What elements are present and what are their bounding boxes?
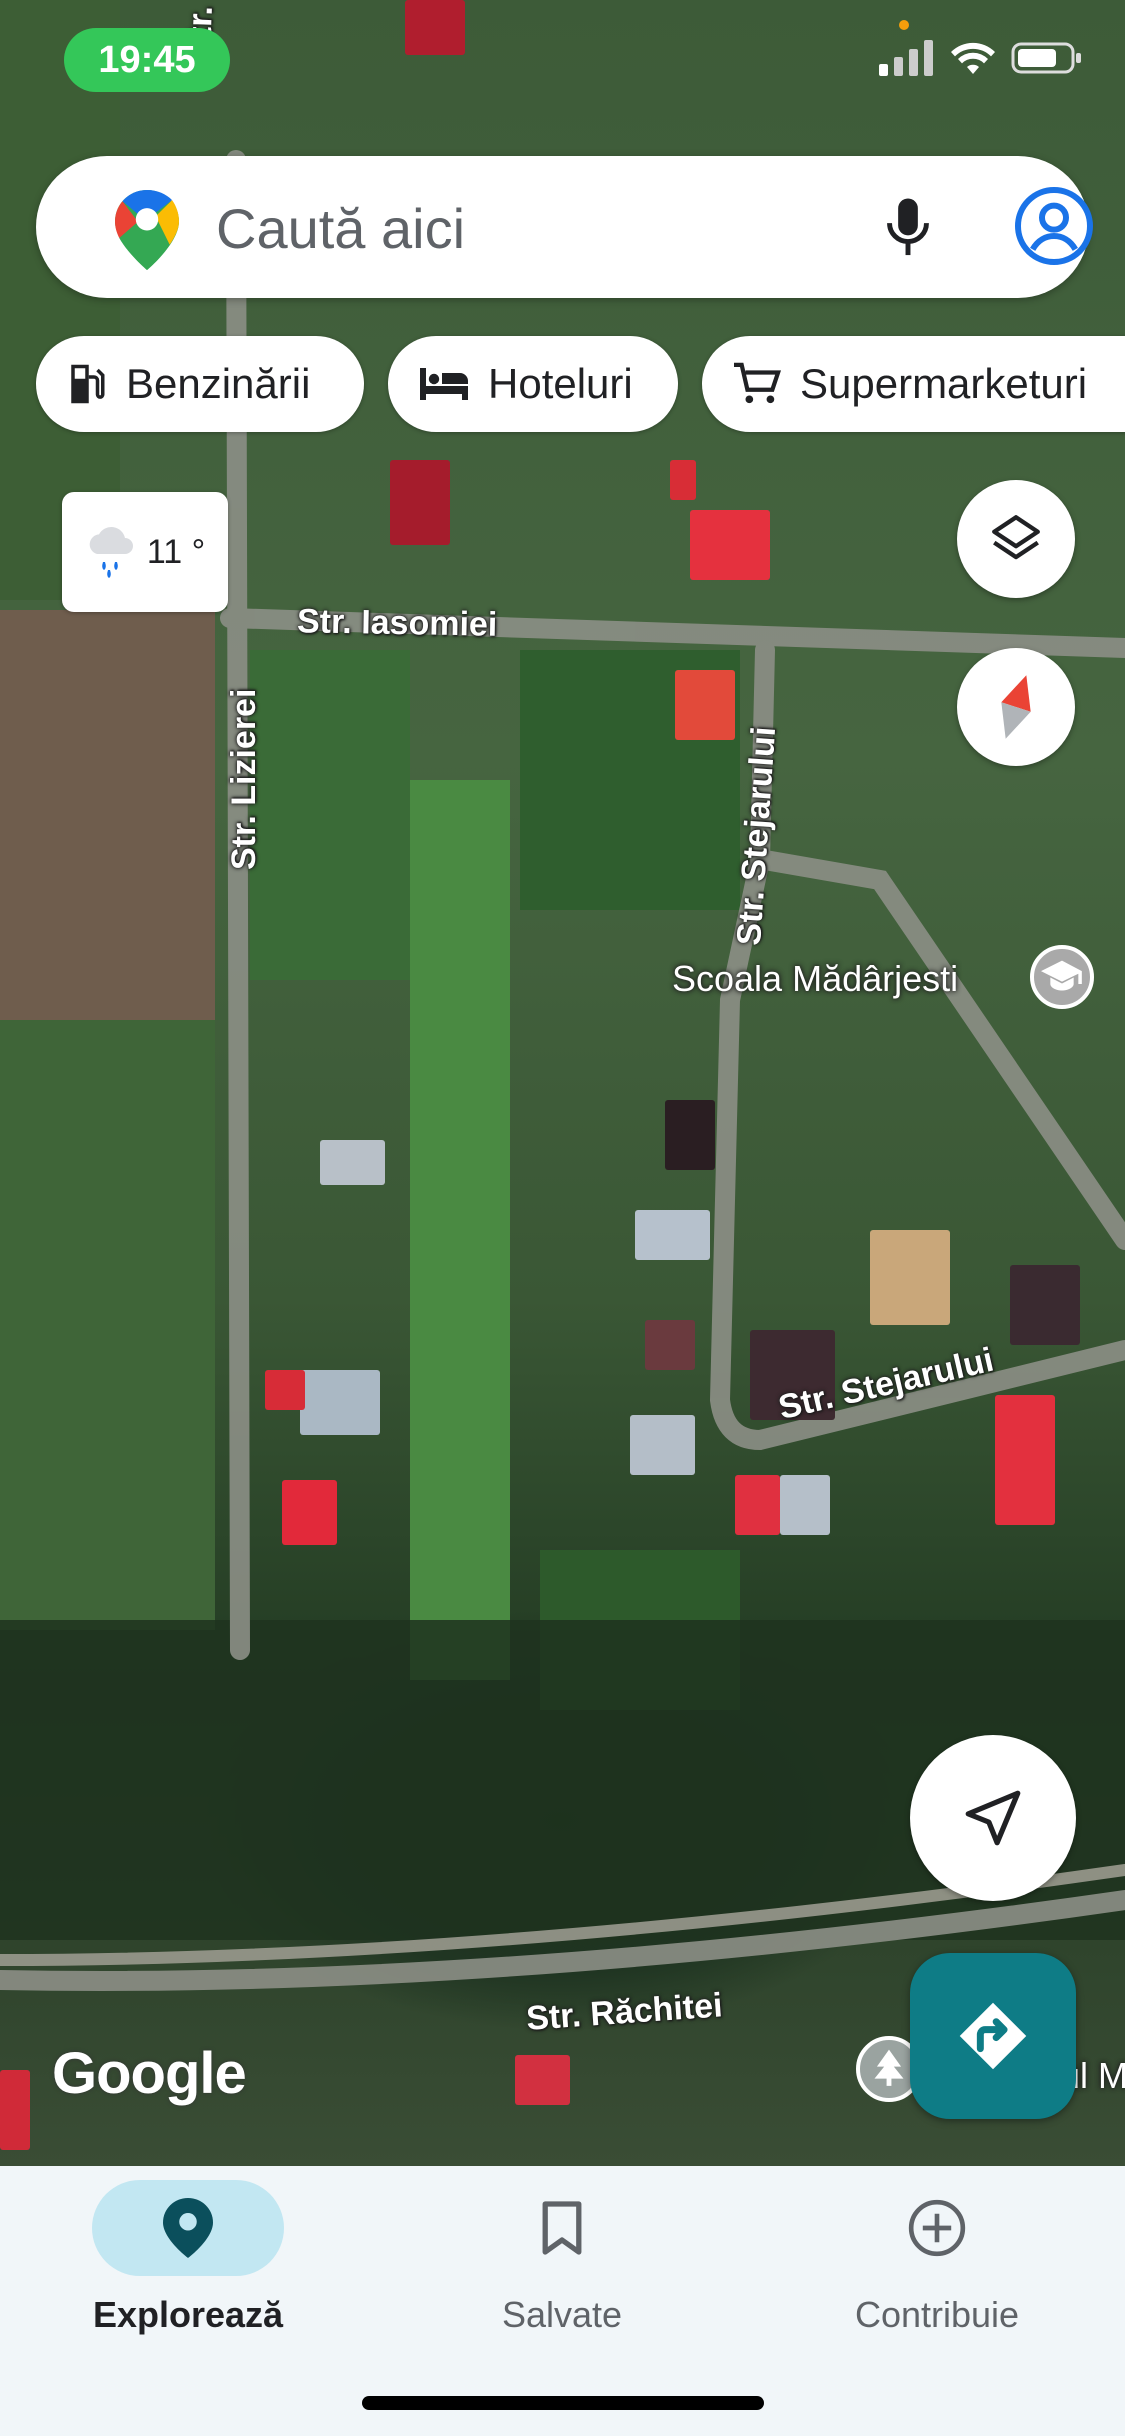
add-circle-icon — [908, 2199, 966, 2257]
battery-icon — [1011, 42, 1081, 74]
nav-label: Salvate — [501, 2294, 623, 2335]
road-label-iasomiei: Str. Iasomiei — [296, 602, 498, 644]
house-marker — [320, 1140, 385, 1185]
gas-station-icon — [71, 364, 105, 404]
search-input[interactable]: Caută aici — [216, 196, 465, 261]
compass-icon — [1001, 675, 1031, 739]
nav-explore[interactable]: Explorează — [38, 2180, 338, 2380]
road-label-lizierei: Str. Lizierei — [225, 688, 263, 870]
search-bar[interactable]: Caută aici — [36, 156, 1094, 298]
school-icon[interactable] — [1030, 945, 1094, 1009]
chip-hotels[interactable]: Hoteluri — [388, 336, 678, 432]
google-maps-logo-icon — [115, 190, 179, 270]
house-marker — [870, 1230, 950, 1325]
house-marker — [390, 460, 450, 545]
house-marker — [670, 460, 696, 500]
home-indicator[interactable] — [362, 2396, 764, 2410]
house-marker — [405, 0, 465, 55]
house-marker — [282, 1480, 337, 1545]
nav-label: Explorează — [92, 2294, 284, 2335]
rain-cloud-icon — [89, 527, 133, 578]
house-marker — [515, 2055, 570, 2105]
compass-button[interactable] — [957, 648, 1075, 766]
house-marker — [1010, 1265, 1080, 1345]
nav-indicator — [466, 2180, 658, 2276]
weather-temp: 11 ° — [146, 532, 206, 571]
house-marker — [630, 1415, 695, 1475]
chip-label: Benzinării — [126, 360, 311, 407]
mic-icon[interactable] — [878, 196, 938, 260]
my-location-button[interactable] — [910, 1735, 1076, 1901]
directions-icon — [959, 2002, 1027, 2070]
location-pin-icon — [163, 2198, 213, 2258]
house-marker — [635, 1210, 710, 1260]
poi-label-school[interactable]: Scoala Mădârjesti — [672, 958, 958, 1000]
house-marker — [0, 2070, 30, 2150]
nav-active-indicator — [92, 2180, 284, 2276]
layers-button[interactable] — [957, 480, 1075, 598]
chip-gas-stations[interactable]: Benzinării — [36, 336, 364, 432]
navigation-arrow-icon — [965, 1790, 1021, 1846]
chip-supermarkets[interactable]: Supermarketuri — [702, 336, 1125, 432]
house-marker — [645, 1320, 695, 1370]
nav-saved[interactable]: Salvate — [412, 2180, 712, 2380]
house-marker — [995, 1395, 1055, 1525]
house-marker — [690, 510, 770, 580]
nav-contribute[interactable]: Contribuie — [787, 2180, 1087, 2380]
shopping-cart-icon — [734, 362, 782, 404]
signal-icon — [879, 40, 933, 76]
chip-label: Supermarketuri — [800, 360, 1088, 407]
house-marker — [665, 1100, 715, 1170]
weather-widget[interactable]: 11 ° — [62, 492, 228, 612]
status-icons — [879, 40, 1083, 76]
house-marker — [265, 1370, 305, 1410]
house-marker — [675, 670, 735, 740]
layers-icon — [992, 515, 1040, 560]
account-icon[interactable] — [1014, 186, 1094, 266]
road-loop — [755, 850, 1125, 1250]
chip-label: Hoteluri — [488, 360, 633, 407]
hotel-bed-icon — [420, 368, 468, 400]
house-marker — [780, 1475, 830, 1535]
nav-indicator — [841, 2180, 1033, 2276]
nav-label: Contribuie — [854, 2294, 1020, 2335]
privacy-indicator-dot — [899, 20, 909, 30]
app-screen: Str. Lizierei Str. Lizierei Str. Iasomie… — [0, 0, 1125, 2436]
wifi-icon — [951, 42, 995, 74]
house-marker — [300, 1370, 380, 1435]
status-time: 19:45 — [64, 28, 230, 92]
directions-button[interactable] — [910, 1953, 1076, 2119]
house-marker — [735, 1475, 780, 1535]
google-logo: Google — [52, 2041, 247, 2106]
bookmark-icon — [542, 2201, 582, 2255]
